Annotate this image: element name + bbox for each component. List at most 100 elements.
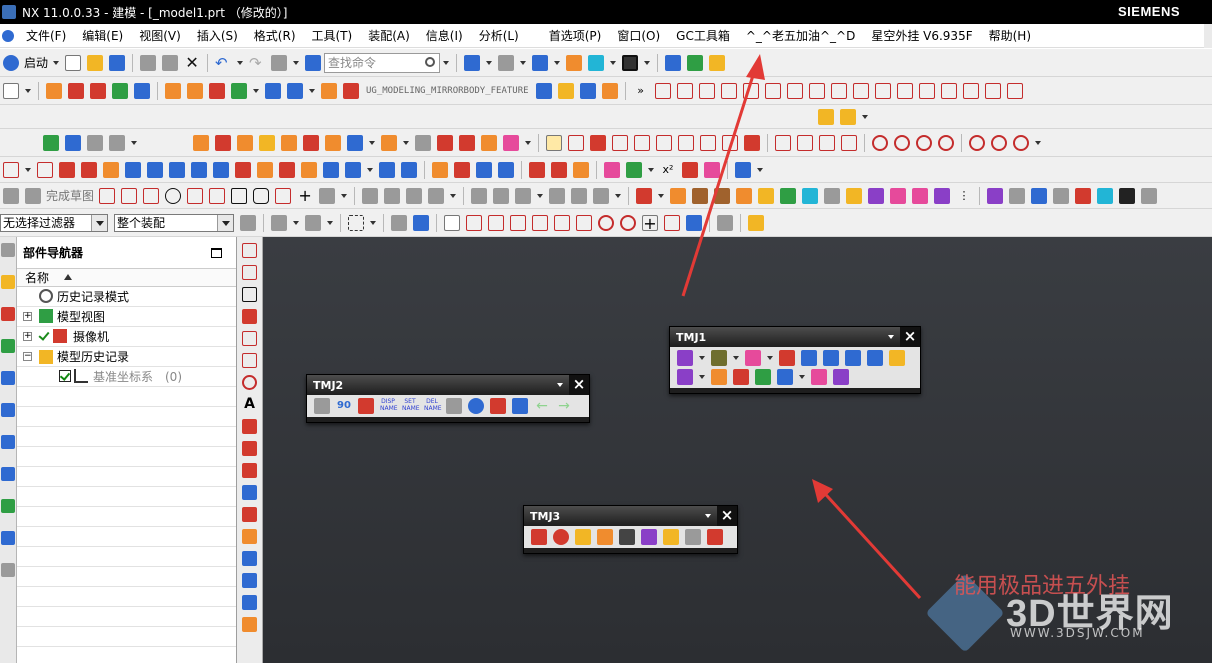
view-g-icon[interactable]	[1119, 187, 1136, 204]
blend-icon[interactable]	[134, 82, 150, 99]
close-icon[interactable]: ×	[569, 375, 589, 395]
more-render-icon[interactable]: ⋮	[956, 188, 972, 204]
snap-control-icon[interactable]	[510, 214, 526, 231]
background-dropdown-icon[interactable]	[644, 60, 651, 65]
tmj1-tool-2-dropdown-icon[interactable]	[733, 356, 739, 360]
snap-intersect-icon[interactable]	[532, 214, 548, 231]
curve-14-icon[interactable]	[940, 82, 957, 99]
trim-corner-icon[interactable]	[841, 134, 857, 151]
circle-f-icon[interactable]	[991, 134, 1007, 151]
circle-c-icon[interactable]	[916, 134, 932, 151]
draft-dropdown-icon[interactable]	[253, 88, 259, 93]
constraint-icon[interactable]	[428, 187, 445, 204]
snap-tangent-icon[interactable]	[620, 214, 636, 231]
snap-end-icon[interactable]	[466, 214, 482, 231]
sync-n-icon[interactable]	[503, 134, 519, 151]
render-n-icon[interactable]	[934, 187, 951, 204]
sync-g-icon[interactable]	[325, 134, 341, 151]
blank-dropdown-icon[interactable]	[25, 88, 31, 93]
plugin-b-icon[interactable]	[687, 54, 704, 71]
tmj2-tool-3-icon[interactable]	[358, 398, 374, 414]
curve-8-icon[interactable]	[808, 82, 825, 99]
menu-view[interactable]: 视图(V)	[131, 27, 189, 44]
background-color-icon[interactable]	[622, 54, 639, 71]
tmj1-tool-1-dropdown-icon[interactable]	[699, 356, 705, 360]
surface-28-icon[interactable]	[735, 161, 751, 178]
point-dropdown-icon[interactable]	[1035, 140, 1041, 145]
display-mode-icon[interactable]	[498, 54, 515, 71]
tmj2-forward-icon[interactable]: →	[556, 398, 572, 414]
mirror-body-icon[interactable]	[343, 82, 359, 99]
v-shape-d-icon[interactable]	[242, 485, 257, 500]
sketch-tool-a-icon[interactable]	[549, 187, 566, 204]
view-h-icon[interactable]	[1141, 187, 1158, 204]
sketch-tool-c-icon[interactable]	[593, 187, 610, 204]
snap-existing-icon[interactable]: +	[642, 214, 658, 231]
curve-13-icon[interactable]	[918, 82, 935, 99]
render-i-icon[interactable]	[824, 187, 841, 204]
snap-b-icon[interactable]	[413, 214, 429, 231]
corner-icon[interactable]	[797, 134, 813, 151]
extend-tool-icon[interactable]	[384, 187, 401, 204]
tmj3-tool-1-icon[interactable]	[531, 529, 547, 545]
tmj2-edit-icon[interactable]	[512, 398, 528, 414]
tree-row-datum-csys[interactable]: 基准坐标系 (0)	[17, 367, 236, 387]
line-icon[interactable]	[568, 134, 584, 151]
v-shape-c-icon[interactable]	[242, 463, 257, 478]
surface-a-icon[interactable]	[535, 82, 552, 99]
toolbar-titlebar[interactable]: TMJ2 ×	[307, 375, 589, 395]
render-g-icon[interactable]	[780, 187, 797, 204]
curve-15-icon[interactable]	[962, 82, 979, 99]
rect-select-dropdown-icon[interactable]	[370, 220, 376, 225]
v-blend-icon[interactable]	[242, 309, 257, 324]
box-tool-icon[interactable]	[590, 134, 606, 151]
sync-h-icon[interactable]	[347, 134, 363, 151]
check-geometry-icon[interactable]	[43, 134, 59, 151]
undo-icon[interactable]: ↶	[215, 55, 231, 71]
v-shape-a-icon[interactable]	[242, 419, 257, 434]
tmj1-tool-8-icon[interactable]	[867, 350, 883, 366]
tmj1-tool-9-icon[interactable]	[889, 350, 905, 366]
process-studio-icon[interactable]	[1, 531, 15, 545]
menu-help[interactable]: 帮助(H)	[981, 27, 1039, 44]
edge-blend-icon[interactable]	[165, 82, 181, 99]
sort-ascending-icon[interactable]	[64, 274, 72, 280]
render-c-icon[interactable]	[692, 187, 709, 204]
surface-b-icon[interactable]	[557, 82, 574, 99]
layer-icon[interactable]	[566, 54, 583, 71]
surface-11-icon[interactable]	[279, 161, 295, 178]
tmj3-tool-5-icon[interactable]	[619, 529, 635, 545]
assembly-filter-icon[interactable]	[240, 214, 256, 231]
v-line-icon[interactable]	[242, 243, 257, 258]
tree-row-cameras[interactable]: + 摄像机	[17, 327, 236, 347]
sync-i-icon[interactable]	[381, 134, 397, 151]
mirror-body-feature-label[interactable]: UG_MODELING_MIRRORBODY_FEATURE	[366, 86, 529, 96]
view-d-icon[interactable]	[1053, 187, 1070, 204]
surface-14-icon[interactable]	[345, 161, 361, 178]
system-materials-icon[interactable]	[1, 499, 15, 513]
arc-tool-icon[interactable]	[143, 187, 160, 204]
surface-27-icon[interactable]	[704, 161, 720, 178]
web-browser-icon[interactable]	[1, 435, 15, 449]
mirror-dropdown-icon[interactable]	[309, 88, 315, 93]
copy-icon[interactable]	[140, 54, 157, 71]
surface-1-icon[interactable]	[59, 161, 75, 178]
tmj3-tool-2-icon[interactable]	[553, 529, 569, 545]
v-shape-i-icon[interactable]	[242, 595, 257, 610]
v-shape-e-icon[interactable]	[242, 507, 257, 522]
history-icon[interactable]	[1, 467, 15, 481]
menu-window[interactable]: 窗口(O)	[609, 27, 668, 44]
circle-e-icon[interactable]	[969, 134, 985, 151]
circle-a-icon[interactable]	[872, 134, 888, 151]
bridge-curve-icon[interactable]	[722, 134, 738, 151]
surface-c-icon[interactable]	[579, 82, 596, 99]
open-file-icon[interactable]	[87, 54, 104, 71]
menu-information[interactable]: 信息(I)	[418, 27, 471, 44]
constraint-navigator-icon[interactable]	[1, 307, 15, 321]
surface-18-icon[interactable]	[454, 161, 470, 178]
surface-17-icon[interactable]	[432, 161, 448, 178]
surface-25-icon[interactable]	[626, 161, 642, 178]
tmj2-disp-name-button[interactable]: DISP NAME	[380, 398, 398, 414]
sync-l-icon[interactable]	[459, 134, 475, 151]
auto-constrain-icon[interactable]	[515, 187, 532, 204]
